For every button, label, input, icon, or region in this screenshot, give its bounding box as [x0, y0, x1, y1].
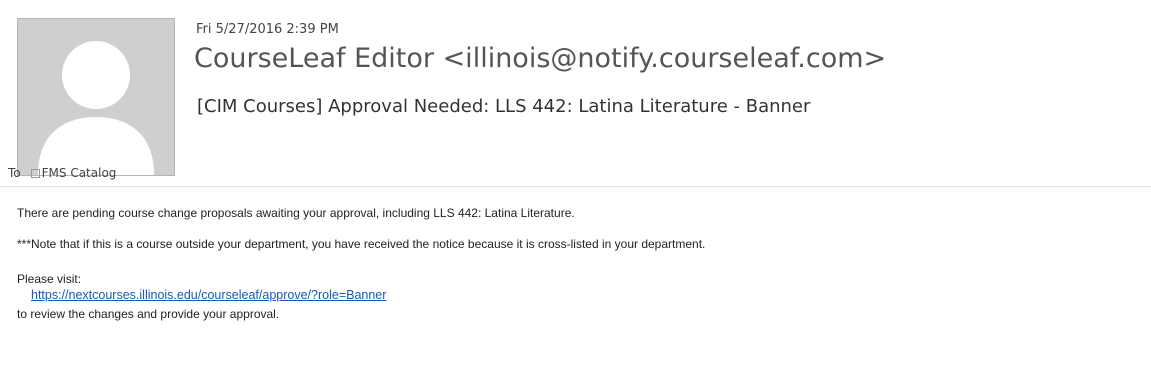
recipient-name: FMS Catalog [41, 166, 117, 180]
email-subject: [CIM Courses] Approval Needed: LLS 442: … [197, 96, 811, 117]
sender-avatar [17, 18, 175, 176]
to-label: To [8, 166, 21, 180]
sender-name[interactable]: CourseLeaf Editor <illinois@notify.cours… [194, 43, 886, 74]
body-paragraph-2: ***Note that if this is a course outside… [17, 237, 706, 251]
recipient-chip[interactable]: FMS Catalog [30, 166, 117, 180]
approval-link[interactable]: https://nextcourses.illinois.edu/coursel… [31, 288, 386, 302]
header-divider [0, 186, 1151, 187]
to-row: To FMS Catalog [8, 166, 116, 180]
person-silhouette-icon [18, 19, 174, 175]
body-paragraph-3: Please visit: [17, 272, 82, 286]
body-paragraph-4: to review the changes and provide your a… [17, 307, 280, 321]
body-paragraph-1: There are pending course change proposal… [17, 206, 575, 220]
checkbox-icon[interactable] [30, 168, 40, 178]
received-date: Fri 5/27/2016 2:39 PM [196, 22, 339, 37]
